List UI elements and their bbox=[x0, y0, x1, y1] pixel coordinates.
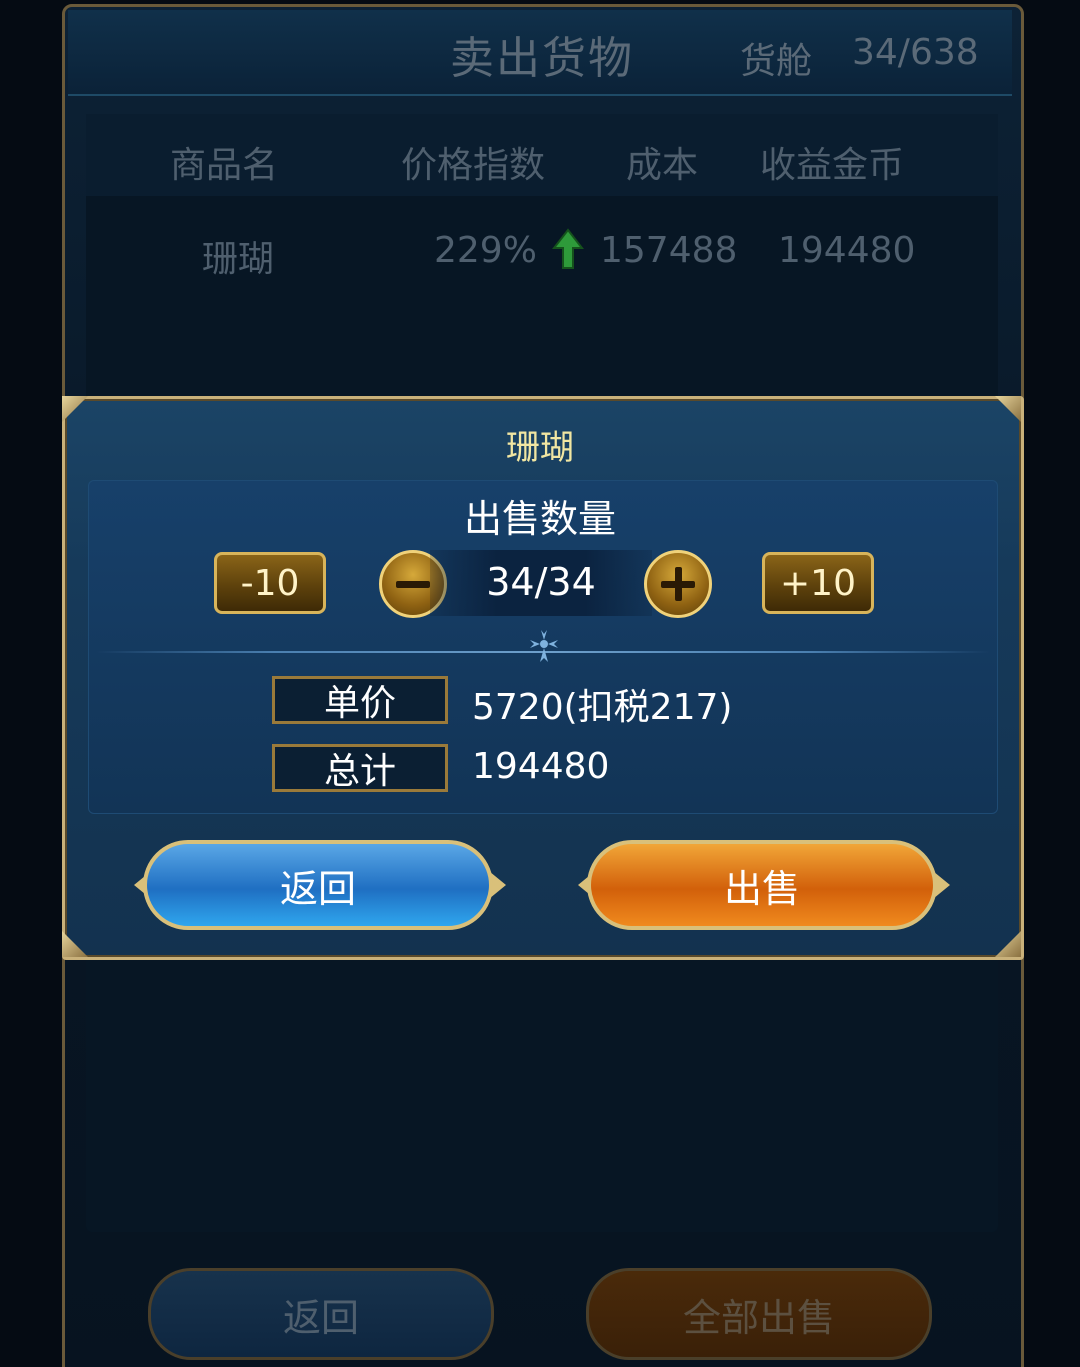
increment-button[interactable] bbox=[644, 550, 712, 618]
back-button[interactable]: 返回 bbox=[143, 840, 493, 930]
cargo-hold-value: 34/638 bbox=[852, 32, 979, 73]
quantity-value: 34/34 bbox=[486, 560, 596, 604]
game-screen: 卖出货物 货舱 34/638 商品名 价格指数 成本 收益金币 珊瑚 229% … bbox=[0, 0, 1080, 1367]
panel-title: 卖出货物 bbox=[450, 33, 634, 84]
total-value: 194480 bbox=[472, 746, 610, 787]
header-goods-name: 商品名 bbox=[170, 145, 279, 186]
plus-ten-button[interactable]: +10 bbox=[762, 552, 874, 614]
row-cost: 157488 bbox=[600, 230, 738, 271]
row-profit: 194480 bbox=[778, 230, 916, 271]
dialog-title: 珊瑚 bbox=[506, 428, 574, 468]
minus-icon bbox=[396, 581, 430, 588]
quantity-label: 出售数量 bbox=[463, 497, 616, 541]
background-back-button: 返回 bbox=[148, 1268, 494, 1360]
sell-button[interactable]: 出售 bbox=[587, 840, 937, 930]
sell-all-button: 全部出售 bbox=[586, 1268, 932, 1360]
row-price-index: 229% bbox=[434, 230, 537, 271]
minus-ten-button[interactable]: -10 bbox=[214, 552, 326, 614]
header-cost: 成本 bbox=[626, 145, 699, 186]
cargo-hold-label: 货舱 bbox=[740, 41, 813, 82]
total-label: 总计 bbox=[272, 744, 448, 792]
fleur-ornament-icon bbox=[530, 630, 558, 662]
header-price-index: 价格指数 bbox=[401, 145, 546, 186]
row-goods-name: 珊瑚 bbox=[202, 239, 275, 280]
unit-price-value: 5720(扣税217) bbox=[472, 687, 733, 728]
header-profit: 收益金币 bbox=[760, 145, 905, 186]
trend-up-icon bbox=[552, 228, 584, 269]
unit-price-label: 单价 bbox=[272, 676, 448, 724]
